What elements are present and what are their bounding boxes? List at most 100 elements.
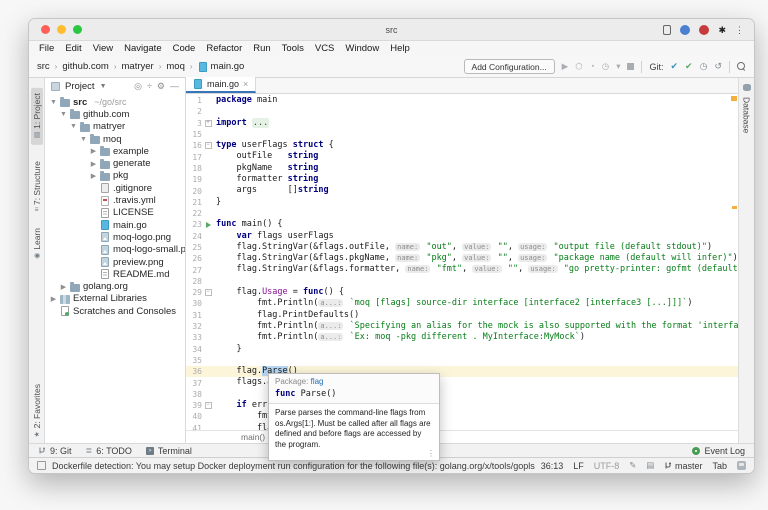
- run-icon[interactable]: ▶: [562, 62, 569, 71]
- overflow-menu-icon[interactable]: ⋮: [735, 25, 744, 35]
- gutter[interactable]: 33: [186, 332, 216, 343]
- tree-row[interactable]: ▶ golang.org: [45, 280, 185, 292]
- gutter[interactable]: 2: [186, 106, 216, 117]
- code-line[interactable]: 25 flag.StringVar(&flags.outFile, name: …: [186, 242, 738, 253]
- chevron-expanded-icon[interactable]: ▼: [80, 136, 87, 143]
- chevron-collapsed-icon[interactable]: ▶: [90, 172, 97, 180]
- gutter[interactable]: 27: [186, 264, 216, 275]
- menu-item-edit[interactable]: Edit: [65, 43, 81, 54]
- clipboard-icon[interactable]: [663, 25, 672, 35]
- code-line[interactable]: 16− type userFlags struct {: [186, 140, 738, 151]
- chevron-collapsed-icon[interactable]: ▶: [90, 147, 97, 155]
- gutter[interactable]: 31: [186, 310, 216, 321]
- gutter[interactable]: 3 +: [186, 118, 216, 129]
- code-line[interactable]: 32 fmt.Println(a...: `Specifying an alia…: [186, 321, 738, 332]
- code-line[interactable]: 27 flag.StringVar(&flags.formatter, name…: [186, 264, 738, 275]
- tree-row[interactable]: moq-logo.png: [45, 231, 185, 243]
- gutter[interactable]: 32: [186, 321, 216, 332]
- pencil-icon[interactable]: ✎: [629, 461, 636, 470]
- collapse-all-icon[interactable]: ÷: [147, 81, 152, 91]
- gutter[interactable]: 19: [186, 174, 216, 185]
- tool-button-learn[interactable]: ◉ Learn: [32, 228, 42, 261]
- coverage-icon[interactable]: ◔: [590, 62, 595, 71]
- tree-row[interactable]: .gitignore: [45, 182, 185, 194]
- tree-row[interactable]: ▶ example: [45, 145, 185, 157]
- indent-widget[interactable]: Tab: [712, 461, 727, 471]
- stop-icon[interactable]: [627, 63, 635, 70]
- profiler-icon[interactable]: ◷: [602, 62, 609, 71]
- menu-item-vcs[interactable]: VCS: [315, 43, 335, 54]
- event-log-button[interactable]: Event Log: [692, 446, 745, 456]
- close-tab-icon[interactable]: ×: [243, 79, 248, 89]
- tree-row[interactable]: ▼ moq: [45, 133, 185, 145]
- tab-main-go[interactable]: main.go ×: [186, 77, 257, 93]
- gutter[interactable]: 41: [186, 423, 216, 430]
- code-line[interactable]: 33 fmt.Println(a...: `Ex: moq -pkg diffe…: [186, 332, 738, 343]
- tree-row[interactable]: Scratches and Consoles: [45, 305, 185, 317]
- line-separator[interactable]: LF: [573, 461, 584, 471]
- gutter[interactable]: 22: [186, 208, 216, 219]
- menu-item-tools[interactable]: Tools: [282, 43, 304, 54]
- menu-item-help[interactable]: Help: [390, 43, 410, 54]
- red-badge-icon[interactable]: [699, 25, 710, 35]
- breadcrumb-item-moq[interactable]: moq: [166, 61, 184, 72]
- code-line[interactable]: 23 func main() {: [186, 219, 738, 230]
- tree-row[interactable]: moq-logo-small.png: [45, 244, 185, 256]
- tree-row[interactable]: ▶ pkg: [45, 170, 185, 182]
- locate-file-icon[interactable]: ◎: [134, 81, 142, 92]
- gutter[interactable]: 25: [186, 242, 216, 253]
- code-line[interactable]: 15: [186, 129, 738, 140]
- gutter[interactable]: 34: [186, 344, 216, 355]
- error-stripe-mark[interactable]: [732, 206, 737, 209]
- gutter[interactable]: 17: [186, 151, 216, 162]
- fold-gutter-icon[interactable]: −: [202, 289, 214, 297]
- breadcrumb-item-matryer[interactable]: matryer: [122, 61, 154, 72]
- add-configuration-button[interactable]: Add Configuration...: [463, 59, 555, 74]
- search-icon[interactable]: [737, 62, 746, 71]
- code-line[interactable]: 3 + import ...: [186, 117, 738, 129]
- gutter[interactable]: 30: [186, 298, 216, 309]
- menu-item-navigate[interactable]: Navigate: [124, 43, 162, 54]
- highlighting-level-icon[interactable]: [737, 461, 746, 470]
- menu-item-window[interactable]: Window: [345, 43, 379, 54]
- debug-icon[interactable]: ⬡: [575, 62, 582, 71]
- chevron-expanded-icon[interactable]: ▼: [60, 111, 67, 118]
- git-rollback-icon[interactable]: ↺: [714, 61, 722, 72]
- profiler-dropdown-icon[interactable]: ▾: [616, 62, 620, 71]
- code-line[interactable]: 21}: [186, 197, 738, 208]
- gutter[interactable]: 24: [186, 231, 216, 242]
- gutter[interactable]: 40: [186, 411, 216, 422]
- menu-item-view[interactable]: View: [93, 43, 113, 54]
- gutter[interactable]: 15: [186, 129, 216, 140]
- hide-panel-icon[interactable]: —: [170, 81, 179, 91]
- git-commit-icon[interactable]: ✔: [685, 62, 693, 71]
- tool-button-favorites[interactable]: ★ 2: Favorites: [32, 384, 42, 439]
- fold-gutter-icon[interactable]: −: [202, 402, 214, 410]
- breadcrumb-item-github-com[interactable]: github.com: [62, 61, 108, 72]
- tree-row[interactable]: ▶ External Libraries: [45, 293, 185, 305]
- gear-icon[interactable]: ⚙: [157, 81, 165, 92]
- toolwindow-git[interactable]: 9: Git: [38, 446, 72, 456]
- tree-row[interactable]: ▼ github.com: [45, 108, 185, 120]
- tree-row[interactable]: ▶ generate: [45, 157, 185, 169]
- gutter[interactable]: 37: [186, 377, 216, 388]
- error-stripe-mark[interactable]: [731, 96, 737, 101]
- gutter[interactable]: 21: [186, 197, 216, 208]
- git-update-icon[interactable]: ✔: [671, 62, 679, 71]
- tree-row[interactable]: ▼ src ~/go/src: [45, 96, 185, 108]
- toolwindow-terminal[interactable]: > Terminal: [145, 446, 192, 456]
- gutter[interactable]: 23: [186, 219, 216, 230]
- blue-badge-icon[interactable]: [680, 25, 691, 35]
- doc-more-icon[interactable]: ⋮: [427, 449, 435, 458]
- gutter[interactable]: 16−: [186, 140, 216, 151]
- code-line[interactable]: 24 var flags userFlags: [186, 231, 738, 242]
- code-line[interactable]: 30 fmt.Println(a...: `moq [flags] source…: [186, 298, 738, 309]
- menu-item-refactor[interactable]: Refactor: [206, 43, 242, 54]
- pinwheel-icon[interactable]: ✱: [718, 25, 726, 35]
- tree-row[interactable]: preview.png: [45, 256, 185, 268]
- fold-gutter-icon[interactable]: −: [202, 142, 214, 150]
- chevron-expanded-icon[interactable]: ▼: [70, 123, 77, 130]
- gutter[interactable]: 36: [186, 366, 216, 377]
- code-line[interactable]: 2: [186, 106, 738, 117]
- code-line[interactable]: 28: [186, 276, 738, 287]
